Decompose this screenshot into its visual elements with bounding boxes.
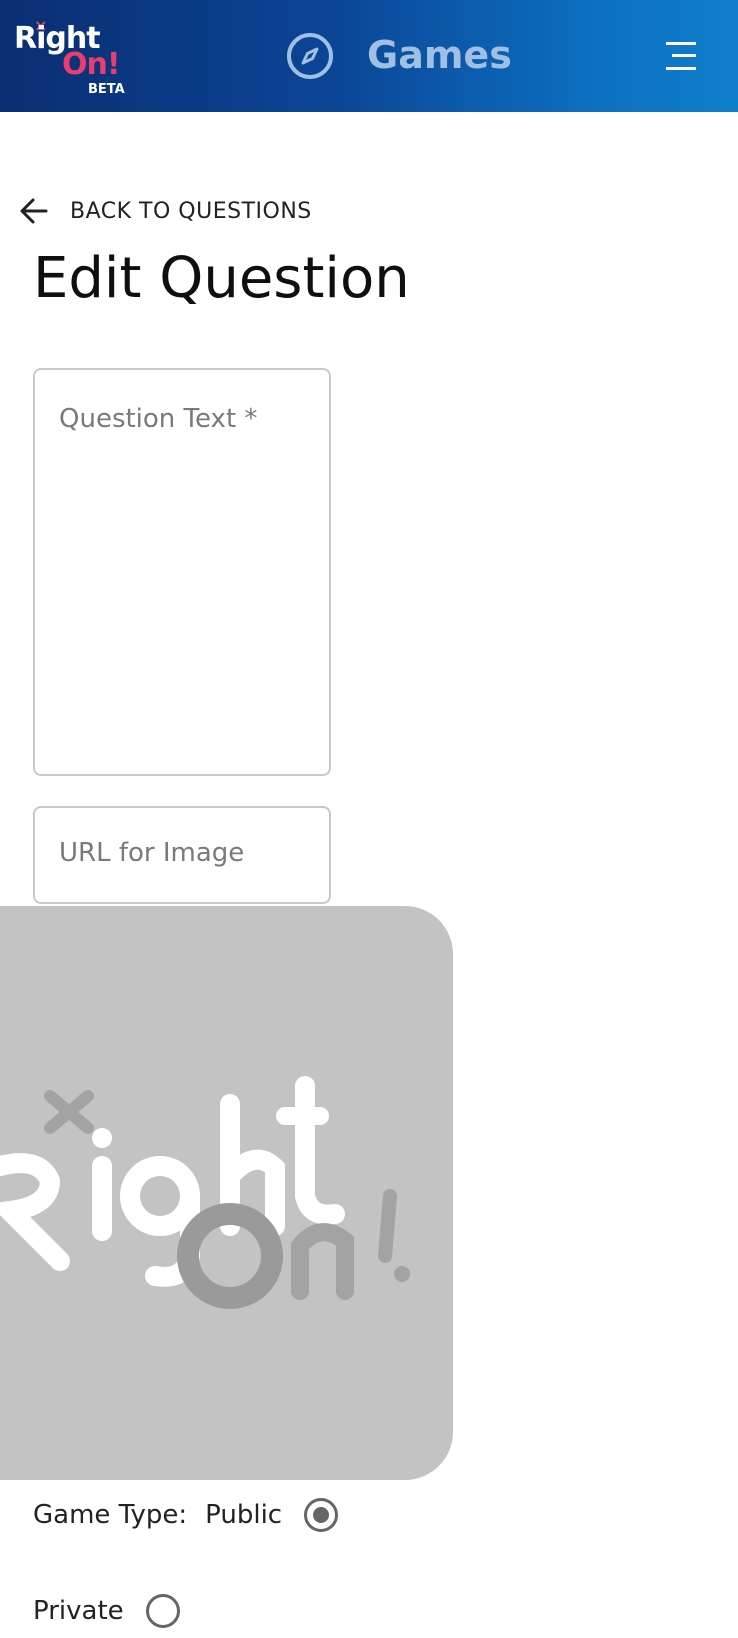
- arrow-left-icon: [20, 198, 48, 224]
- private-option-label: Private: [33, 1596, 124, 1626]
- public-radio[interactable]: [304, 1498, 339, 1532]
- beta-badge: BETA: [88, 82, 125, 97]
- page-title: Edit Question: [33, 246, 410, 311]
- right-on-logo[interactable]: × Right On! BETA: [14, 16, 125, 98]
- logo-text-on: On!: [62, 47, 121, 82]
- private-radio[interactable]: [145, 1594, 180, 1628]
- question-text-field[interactable]: Question Text *: [33, 368, 331, 776]
- private-option-row: Private: [33, 1594, 180, 1628]
- image-url-field[interactable]: URL for Image: [33, 806, 331, 904]
- question-text-placeholder: Question Text *: [59, 404, 258, 434]
- nav-title-games[interactable]: Games: [367, 32, 512, 78]
- back-to-questions-link[interactable]: BACK TO QUESTIONS: [18, 194, 312, 228]
- hamburger-menu-icon[interactable]: [664, 40, 698, 72]
- image-url-placeholder: URL for Image: [59, 838, 245, 868]
- compass-icon[interactable]: [286, 32, 334, 80]
- right-on-placeholder-logo: [0, 1076, 410, 1309]
- back-link-label: BACK TO QUESTIONS: [70, 198, 312, 224]
- game-type-row: Game Type: Public: [33, 1498, 339, 1532]
- top-nav-bar: × Right On! BETA Games: [0, 0, 738, 112]
- game-type-label: Game Type:: [33, 1500, 188, 1530]
- image-preview: [0, 906, 453, 1480]
- public-option-label: Public: [205, 1500, 283, 1530]
